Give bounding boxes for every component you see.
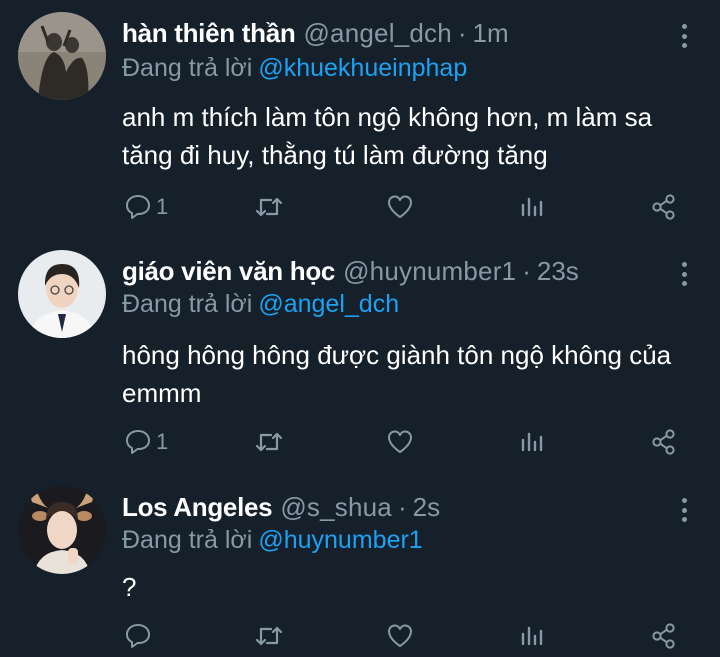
- heart-icon: [388, 624, 412, 647]
- avatar[interactable]: [18, 486, 106, 574]
- analytics-icon: [521, 197, 543, 217]
- display-name[interactable]: giáo viên văn học: [122, 256, 335, 287]
- tweet-actions: 1: [0, 189, 720, 225]
- analytics-button[interactable]: [519, 189, 545, 225]
- replying-to-label: Đang trả lời: [122, 290, 253, 318]
- share-button[interactable]: [650, 189, 678, 225]
- separator: ·: [457, 18, 467, 48]
- reply-to-handle[interactable]: @khuekhueinphap: [258, 54, 467, 82]
- like-button[interactable]: [386, 189, 418, 225]
- analytics-icon: [521, 432, 543, 452]
- more-vertical-icon[interactable]: [674, 20, 694, 52]
- share-button[interactable]: [650, 618, 678, 654]
- like-button[interactable]: [386, 424, 418, 460]
- avatar[interactable]: [18, 250, 106, 338]
- tweet-text: hông hông hông được giành tôn ngộ không …: [122, 340, 672, 408]
- display-name[interactable]: Los Angeles: [122, 492, 273, 523]
- timestamp[interactable]: 1m: [473, 18, 509, 49]
- reply-to-handle[interactable]: @huynumber1: [258, 526, 422, 554]
- reply-icon: [126, 624, 150, 648]
- replying-to-label: Đang trả lời: [122, 526, 253, 554]
- user-handle[interactable]: @s_shua: [280, 492, 392, 523]
- reply-count: 1: [156, 194, 169, 219]
- tweet-text: ?: [122, 572, 137, 602]
- like-button[interactable]: [386, 618, 418, 654]
- share-button[interactable]: [650, 424, 678, 460]
- tweet-actions: 1: [0, 424, 720, 460]
- reply-count: 1: [156, 429, 169, 454]
- retweet-icon: [255, 626, 283, 646]
- reply-button[interactable]: 1: [124, 189, 168, 225]
- reply-to-handle[interactable]: @angel_dch: [258, 290, 399, 318]
- reply-button[interactable]: 1: [124, 424, 168, 460]
- tweet[interactable]: giáo viên văn học @huynumber1 · 23s Đang…: [0, 236, 720, 472]
- separator: ·: [522, 256, 531, 286]
- separator: ·: [397, 492, 407, 522]
- avatar[interactable]: [18, 12, 106, 100]
- share-icon: [652, 194, 675, 220]
- retweet-button[interactable]: [254, 424, 288, 460]
- analytics-button[interactable]: [519, 424, 545, 460]
- replying-to-label: Đang trả lời: [122, 54, 253, 82]
- reply-button[interactable]: [124, 618, 156, 654]
- retweet-icon: [255, 197, 283, 217]
- user-handle[interactable]: @angel_dch: [303, 18, 451, 49]
- analytics-button[interactable]: [519, 618, 545, 654]
- share-icon: [652, 429, 675, 455]
- display-name[interactable]: hàn thiên thần: [122, 18, 296, 49]
- share-icon: [652, 623, 675, 649]
- retweet-button[interactable]: [254, 618, 288, 654]
- timestamp[interactable]: 2s: [413, 492, 440, 523]
- more-vertical-icon[interactable]: [674, 494, 694, 526]
- tweet-actions: [0, 618, 720, 654]
- reply-icon: [126, 430, 150, 454]
- reply-icon: [126, 195, 150, 219]
- tweet-text: anh m thích làm tôn ngộ không hơn, m làm…: [122, 102, 653, 170]
- tweet[interactable]: Los Angeles @s_shua · 2s Đang trả lời @hu…: [0, 472, 720, 657]
- user-handle[interactable]: @huynumber1: [343, 256, 516, 287]
- tweet[interactable]: hàn thiên thần @angel_dch · 1m Đang trả …: [0, 0, 720, 236]
- heart-icon: [388, 195, 412, 218]
- retweet-icon: [255, 432, 283, 452]
- retweet-button[interactable]: [254, 189, 288, 225]
- timestamp[interactable]: 23s: [537, 256, 579, 287]
- heart-icon: [388, 430, 412, 453]
- analytics-icon: [521, 626, 543, 646]
- more-vertical-icon[interactable]: [674, 258, 694, 290]
